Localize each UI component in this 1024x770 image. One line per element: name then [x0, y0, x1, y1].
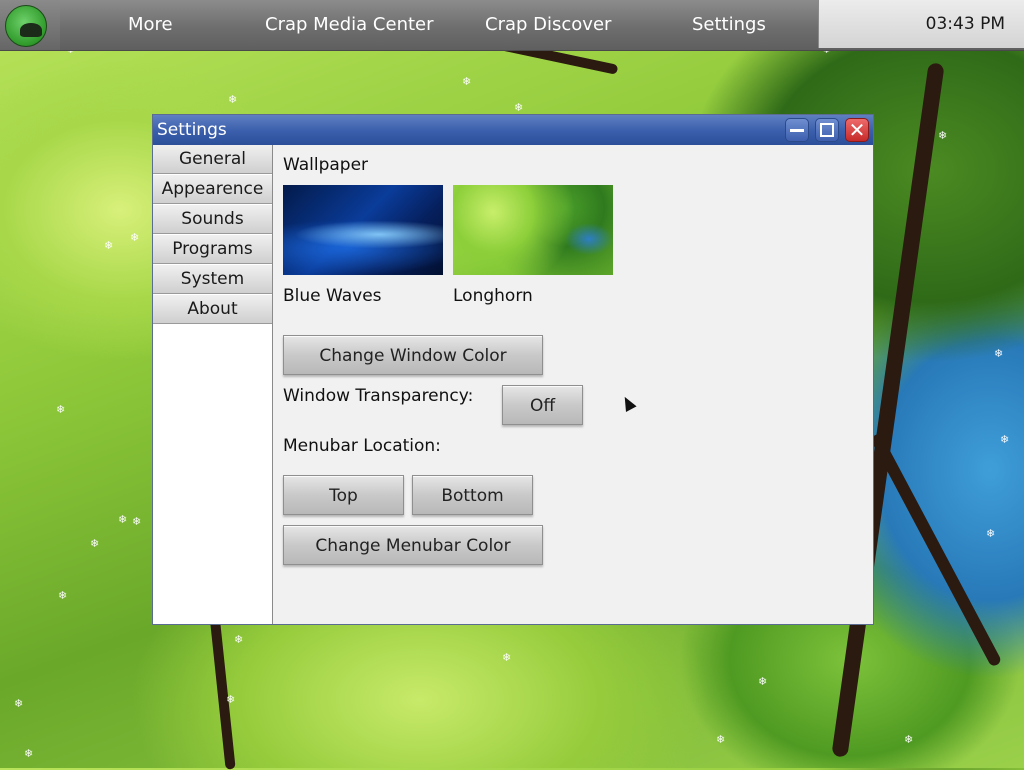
sidebar-item-system[interactable]: System: [153, 265, 272, 294]
clock-area: 03:43 PM: [818, 0, 1024, 48]
snowflake-icon: ❄: [514, 101, 524, 114]
maximize-icon: [820, 123, 834, 137]
change-menubar-color-button[interactable]: Change Menubar Color: [283, 525, 543, 565]
snowflake-icon: ❄: [228, 93, 238, 106]
menu-crap-discover[interactable]: Crap Discover: [485, 0, 611, 50]
snowflake-icon: ❄: [130, 231, 140, 244]
transparency-toggle-button[interactable]: Off: [502, 385, 583, 425]
sidebar-item-general[interactable]: General: [153, 145, 272, 174]
snowflake-icon: ❄: [118, 513, 128, 526]
menubar-bottom-button[interactable]: Bottom: [412, 475, 533, 515]
window-titlebar[interactable]: Settings ✕: [153, 115, 873, 145]
hat-logo-icon: [5, 5, 47, 47]
snowflake-icon: ❄: [904, 733, 914, 746]
snowflake-icon: ❄: [1000, 433, 1010, 446]
menu-more[interactable]: More: [128, 0, 173, 50]
snowflake-icon: ❄: [58, 589, 68, 602]
settings-sidebar: General Appearence Sounds Programs Syste…: [153, 145, 273, 624]
snowflake-icon: ❄: [226, 693, 236, 706]
hat-shape: [20, 23, 42, 37]
snowflake-icon: ❄: [132, 515, 142, 528]
sidebar-item-sounds[interactable]: Sounds: [153, 205, 272, 234]
window-title: Settings: [157, 120, 227, 140]
snowflake-icon: ❄: [56, 403, 66, 416]
maximize-button[interactable]: [815, 118, 839, 142]
wallpaper-thumb-blue-waves[interactable]: [283, 185, 443, 275]
snowflake-icon: ❄: [994, 347, 1004, 360]
start-button[interactable]: [0, 0, 60, 50]
close-button[interactable]: ✕: [845, 118, 869, 142]
menu-settings[interactable]: Settings: [692, 0, 766, 50]
menubar-location-label: Menubar Location:: [283, 436, 441, 456]
wallpaper-label-blue-waves: Blue Waves: [283, 286, 382, 306]
menu-crap-media-center[interactable]: Crap Media Center: [265, 0, 434, 50]
window-transparency-label: Window Transparency:: [283, 386, 474, 406]
minimize-icon: [790, 129, 804, 132]
settings-content: Wallpaper Blue Waves Longhorn Change Win…: [273, 145, 873, 624]
sidebar-item-appearence[interactable]: Appearence: [153, 175, 272, 204]
sidebar-item-about[interactable]: About: [153, 295, 272, 324]
wallpaper-heading: Wallpaper: [283, 155, 369, 175]
wallpaper-thumb-longhorn[interactable]: [453, 185, 613, 275]
snowflake-icon: ❄: [462, 75, 472, 88]
snowflake-icon: ❄: [758, 675, 768, 688]
branch: [869, 432, 1003, 668]
snowflake-icon: ❄: [938, 129, 948, 142]
snowflake-icon: ❄: [716, 733, 726, 746]
sidebar-item-programs[interactable]: Programs: [153, 235, 272, 264]
mouse-cursor-icon: [619, 394, 637, 412]
snowflake-icon: ❄: [24, 747, 34, 760]
snowflake-icon: ❄: [502, 651, 512, 664]
snowflake-icon: ❄: [90, 537, 100, 550]
close-icon: ✕: [848, 118, 866, 142]
snowflake-icon: ❄: [234, 633, 244, 646]
change-window-color-button[interactable]: Change Window Color: [283, 335, 543, 375]
snowflake-icon: ❄: [986, 527, 996, 540]
wallpaper-label-longhorn: Longhorn: [453, 286, 533, 306]
minimize-button[interactable]: [785, 118, 809, 142]
top-menubar: More Crap Media Center Crap Discover Set…: [0, 0, 1024, 51]
snowflake-icon: ❄: [14, 697, 24, 710]
menubar-top-button[interactable]: Top: [283, 475, 404, 515]
settings-window: Settings ✕ General Appearence Sounds Pro…: [152, 114, 874, 625]
clock: 03:43 PM: [925, 14, 1005, 34]
snowflake-icon: ❄: [104, 239, 114, 252]
